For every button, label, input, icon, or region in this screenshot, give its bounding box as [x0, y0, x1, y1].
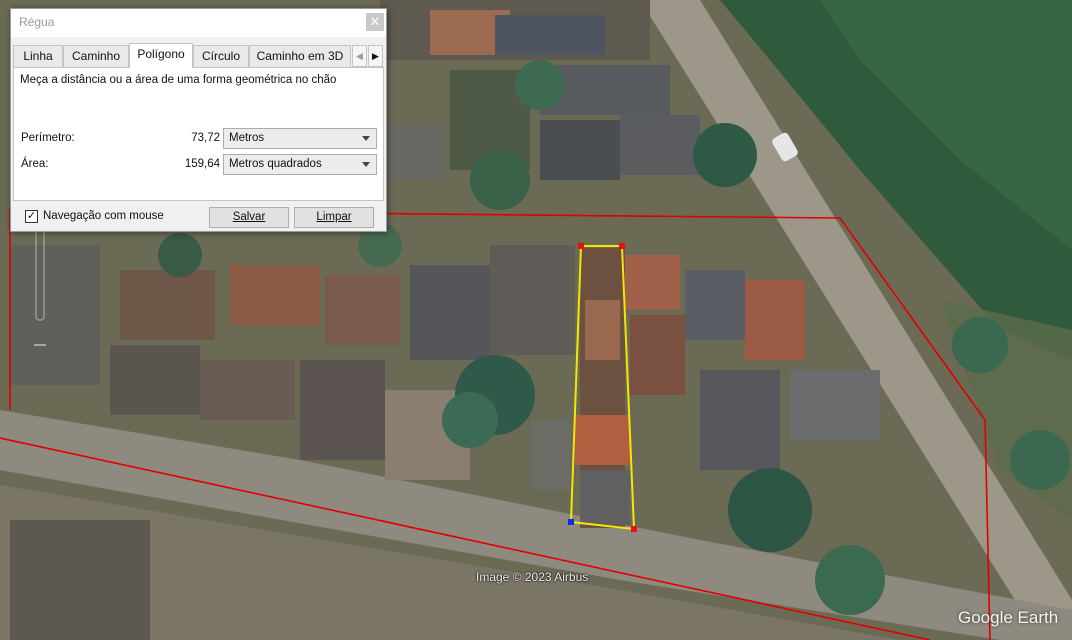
chevron-down-icon: [362, 162, 370, 167]
area-unit-value: Metros quadrados: [229, 158, 322, 170]
mouse-navigation-label: Navegação com mouse: [43, 210, 164, 222]
mouse-navigation-checkbox[interactable]: ✓: [25, 210, 38, 223]
vertex-handle-active[interactable]: [568, 519, 574, 525]
tab-bar: Linha Caminho Polígono Círculo Caminho e…: [13, 43, 384, 68]
dialog-titlebar[interactable]: Régua ✕: [11, 9, 386, 37]
vertex-handle[interactable]: [578, 243, 584, 249]
close-icon[interactable]: ✕: [366, 13, 384, 31]
perimeter-unit-select[interactable]: Metros: [223, 128, 377, 149]
perimeter-value: 73,72: [191, 132, 220, 144]
panel-description: Meça a distância ou a área de uma forma …: [20, 74, 337, 86]
tab-linha[interactable]: Linha: [13, 45, 63, 67]
vertex-handle[interactable]: [631, 526, 637, 532]
area-unit-select[interactable]: Metros quadrados: [223, 154, 377, 175]
area-label: Área:: [21, 158, 49, 170]
ruler-dialog: Régua ✕ Linha Caminho Polígono Círculo C…: [10, 8, 387, 232]
tab-circulo[interactable]: Círculo: [193, 45, 249, 67]
save-button[interactable]: Salvar: [209, 207, 289, 228]
dialog-footer: ✓ Navegação com mouse Salvar Limpar: [11, 203, 386, 231]
dialog-title: Régua: [19, 15, 55, 29]
area-value: 159,64: [184, 158, 220, 170]
tab-scroll-left-icon[interactable]: ◀: [352, 45, 367, 67]
perimeter-label: Perímetro:: [21, 132, 75, 144]
tab-caminho-3d[interactable]: Caminho em 3D: [249, 45, 351, 67]
clear-button[interactable]: Limpar: [294, 207, 374, 228]
imagery-credit: Image © 2023 Airbus: [476, 570, 589, 584]
perimeter-unit-value: Metros: [229, 132, 265, 144]
google-earth-logo: Google Earth: [958, 608, 1059, 627]
tab-caminho[interactable]: Caminho: [63, 45, 129, 67]
tab-scroll-right-icon[interactable]: ▶: [368, 45, 383, 67]
chevron-down-icon: [362, 136, 370, 141]
polygon-panel: Meça a distância ou a área de uma forma …: [13, 67, 384, 201]
tab-poligono[interactable]: Polígono: [129, 43, 193, 68]
vertex-handle[interactable]: [619, 243, 625, 249]
